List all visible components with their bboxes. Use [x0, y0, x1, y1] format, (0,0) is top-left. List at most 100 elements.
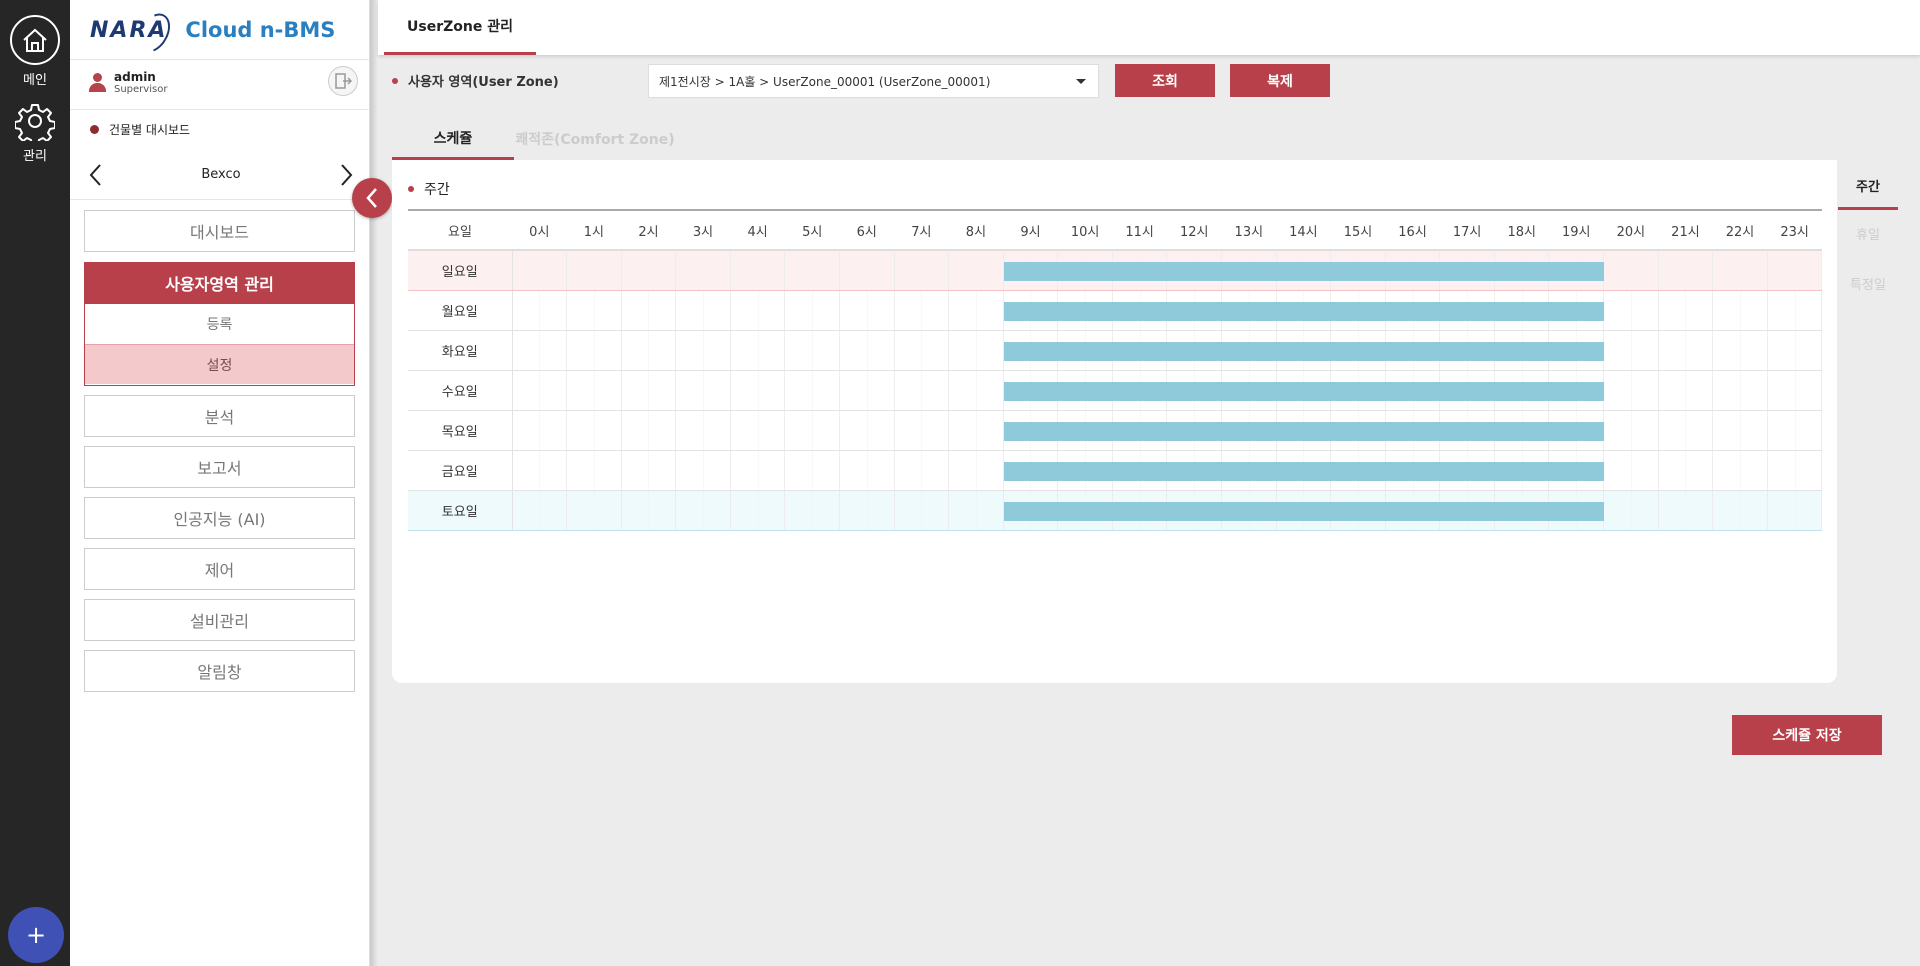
- hour-cell[interactable]: [730, 370, 786, 411]
- hour-cell[interactable]: [1767, 290, 1823, 331]
- hour-cell[interactable]: [839, 290, 895, 331]
- hour-cell[interactable]: [566, 450, 622, 491]
- hour-cell[interactable]: [1603, 370, 1659, 411]
- hour-cell[interactable]: [1712, 410, 1768, 451]
- building-dashboard-link[interactable]: 건물별 대시보드: [90, 121, 190, 138]
- tab-userzone-management[interactable]: UserZone 관리: [384, 0, 536, 55]
- hour-cell[interactable]: [621, 250, 677, 291]
- hour-cell[interactable]: [894, 410, 950, 451]
- prev-building-button[interactable]: [86, 162, 106, 188]
- tab-comfort-zone[interactable]: 쾌적존(Comfort Zone): [514, 118, 676, 160]
- hour-cell[interactable]: [1003, 410, 1605, 451]
- hour-cell[interactable]: [1003, 290, 1605, 331]
- save-schedule-button[interactable]: 스케쥴 저장: [1732, 715, 1882, 755]
- menu-alerts[interactable]: 알림창: [84, 650, 355, 692]
- hour-cell[interactable]: [1712, 330, 1768, 371]
- hour-cell[interactable]: [621, 290, 677, 331]
- hour-cell[interactable]: [675, 330, 731, 371]
- hour-cell[interactable]: [730, 330, 786, 371]
- hour-cell[interactable]: [894, 370, 950, 411]
- hour-cell[interactable]: [839, 250, 895, 291]
- hour-cell[interactable]: [675, 450, 731, 491]
- tab-weekly[interactable]: 주간: [1838, 164, 1898, 210]
- hour-cell[interactable]: [784, 370, 840, 411]
- collapse-sidebar-button[interactable]: [352, 178, 392, 218]
- next-building-button[interactable]: [336, 162, 356, 188]
- hour-cell[interactable]: [839, 370, 895, 411]
- hour-cell[interactable]: [1658, 250, 1714, 291]
- hour-cell[interactable]: [1003, 370, 1605, 411]
- menu-userzone-management[interactable]: 사용자영역 관리: [84, 262, 355, 304]
- logout-button[interactable]: [328, 66, 358, 96]
- schedule-bar[interactable]: [1003, 301, 1605, 321]
- menu-ai[interactable]: 인공지능 (AI): [84, 497, 355, 539]
- hour-cell[interactable]: [730, 250, 786, 291]
- menu-report[interactable]: 보고서: [84, 446, 355, 488]
- hour-cell[interactable]: [730, 410, 786, 451]
- schedule-bar[interactable]: [1003, 501, 1605, 521]
- hour-cell[interactable]: [784, 290, 840, 331]
- hour-cell[interactable]: [1603, 410, 1659, 451]
- schedule-bar[interactable]: [1003, 461, 1605, 481]
- hour-cell[interactable]: [784, 490, 840, 531]
- hour-cell[interactable]: [948, 330, 1004, 371]
- hour-cell[interactable]: [1603, 290, 1659, 331]
- hour-cell[interactable]: [566, 490, 622, 531]
- hour-cell[interactable]: [1658, 370, 1714, 411]
- hour-cell[interactable]: [1767, 490, 1823, 531]
- hour-cell[interactable]: [894, 250, 950, 291]
- hour-cell[interactable]: [1712, 290, 1768, 331]
- hour-cell[interactable]: [784, 450, 840, 491]
- hour-cell[interactable]: [1767, 370, 1823, 411]
- menu-control[interactable]: 제어: [84, 548, 355, 590]
- hour-cell[interactable]: [730, 450, 786, 491]
- add-button[interactable]: +: [8, 907, 64, 963]
- schedule-bar[interactable]: [1003, 262, 1605, 281]
- hour-cell[interactable]: [675, 490, 731, 531]
- hour-cell[interactable]: [948, 490, 1004, 531]
- hour-cell[interactable]: [621, 370, 677, 411]
- hour-cell[interactable]: [675, 410, 731, 451]
- hour-cell[interactable]: [784, 410, 840, 451]
- hour-cell[interactable]: [512, 290, 568, 331]
- hour-cell[interactable]: [1767, 410, 1823, 451]
- hour-cell[interactable]: [1658, 450, 1714, 491]
- hour-cell[interactable]: [566, 290, 622, 331]
- hour-cell[interactable]: [621, 490, 677, 531]
- hour-cell[interactable]: [1003, 330, 1605, 371]
- hour-cell[interactable]: [675, 370, 731, 411]
- hour-cell[interactable]: [1658, 330, 1714, 371]
- hour-cell[interactable]: [512, 250, 568, 291]
- hour-cell[interactable]: [1003, 450, 1605, 491]
- submenu-settings[interactable]: 설정: [85, 344, 354, 384]
- hour-cell[interactable]: [1603, 450, 1659, 491]
- settings-button[interactable]: 관리: [0, 101, 70, 164]
- hour-cell[interactable]: [675, 250, 731, 291]
- schedule-bar[interactable]: [1003, 421, 1605, 441]
- menu-equipment[interactable]: 설비관리: [84, 599, 355, 641]
- hour-cell[interactable]: [566, 330, 622, 371]
- hour-cell[interactable]: [1712, 490, 1768, 531]
- hour-cell[interactable]: [948, 370, 1004, 411]
- hour-cell[interactable]: [894, 290, 950, 331]
- hour-cell[interactable]: [948, 250, 1004, 291]
- hour-cell[interactable]: [512, 410, 568, 451]
- schedule-bar[interactable]: [1003, 341, 1605, 361]
- hour-cell[interactable]: [621, 330, 677, 371]
- hour-cell[interactable]: [621, 450, 677, 491]
- hour-cell[interactable]: [1712, 450, 1768, 491]
- hour-cell[interactable]: [730, 490, 786, 531]
- hour-cell[interactable]: [1767, 250, 1823, 291]
- hour-cell[interactable]: [566, 250, 622, 291]
- hour-cell[interactable]: [894, 330, 950, 371]
- hour-cell[interactable]: [839, 330, 895, 371]
- hour-cell[interactable]: [566, 410, 622, 451]
- hour-cell[interactable]: [948, 410, 1004, 451]
- menu-dashboard[interactable]: 대시보드: [84, 210, 355, 252]
- hour-cell[interactable]: [1603, 330, 1659, 371]
- hour-cell[interactable]: [948, 450, 1004, 491]
- hour-cell[interactable]: [784, 330, 840, 371]
- hour-cell[interactable]: [566, 370, 622, 411]
- hour-cell[interactable]: [894, 450, 950, 491]
- tab-schedule[interactable]: 스케쥴: [392, 118, 514, 160]
